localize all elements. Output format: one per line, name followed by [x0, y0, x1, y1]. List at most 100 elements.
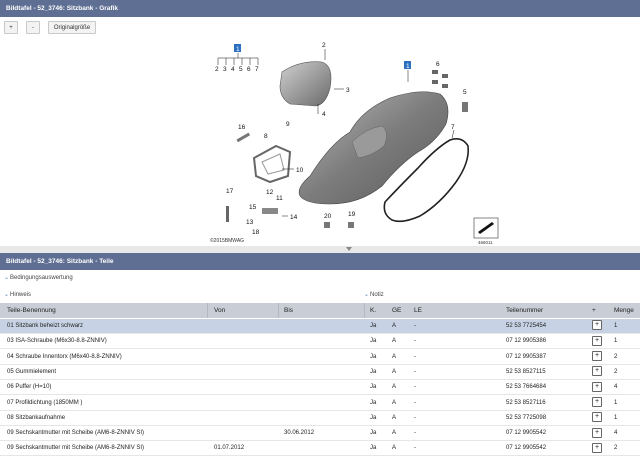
callout-17: 17: [226, 188, 234, 195]
copyright-text: ©2015BMWAG: [210, 237, 244, 244]
panel-splitter[interactable]: [0, 246, 640, 253]
cell-von: [214, 396, 278, 411]
cell-k: Ja: [370, 338, 377, 345]
cell-name: 01 Sitzbank beheizt schwarz: [7, 323, 84, 329]
callout-1: 1: [236, 46, 240, 53]
cell-le: -: [414, 430, 416, 437]
add-to-cart-button[interactable]: +: [592, 441, 606, 456]
plus-icon: +: [592, 366, 602, 377]
table-row[interactable]: 09 Sechskantmutter mit Scheibe (AM6-8-ZN…: [0, 426, 640, 442]
cell-number: 07 12 9905386: [506, 338, 547, 345]
cell-le: -: [414, 338, 416, 345]
plus-icon: +: [592, 396, 602, 407]
cell-le: -: [414, 368, 416, 375]
cell-name: 09 Sechskantmutter mit Scheibe (AM6-8-ZN…: [7, 445, 145, 452]
col-von-header[interactable]: Von: [214, 303, 279, 318]
callout-5: 5: [463, 89, 467, 96]
plus-icon: +: [592, 442, 602, 453]
table-row[interactable]: 07 Profildichtung (1850MM ) Ja A - 52 53 852…: [0, 396, 640, 411]
callout-8: 8: [264, 133, 268, 140]
cell-ge: A: [392, 430, 397, 437]
add-to-cart-button[interactable]: +: [592, 319, 606, 334]
cell-bis: [284, 365, 364, 380]
cell-k: Ja: [370, 430, 377, 437]
cell-name: 03 ISA-Schraube (M6x30-8.8-ZNNIV): [7, 338, 107, 345]
cell-k: Ja: [370, 445, 377, 452]
cell-von: [214, 350, 278, 365]
original-size-button[interactable]: Originalgröße: [48, 21, 96, 34]
table-header: Teile-Benennung Von Bis K. GE LE Teilenu…: [0, 303, 640, 318]
filter-bedingungsauswertung[interactable]: ⌄Bedingungsauswertung: [4, 272, 73, 284]
callout-13: 13: [246, 219, 254, 226]
add-to-cart-button[interactable]: +: [592, 380, 606, 395]
cell-ge: A: [392, 384, 397, 391]
zoom-out-button[interactable]: -: [26, 21, 40, 34]
col-number-header[interactable]: Teilenummer: [506, 303, 586, 318]
add-to-cart-button[interactable]: +: [592, 350, 606, 365]
callout-6: 6: [436, 61, 440, 68]
table-row[interactable]: 05 Gummielement Ja A - 52 53 8527115 +2: [0, 365, 640, 380]
cell-name: 09 Sechskantmutter mit Scheibe (AM6-8-ZN…: [7, 430, 145, 437]
col-bis-header[interactable]: Bis: [284, 303, 365, 318]
seat-exploded-view: 1 2 3 4 1 6 5 7 16 8 9 10 11 12 13 14 15…: [210, 42, 499, 245]
cell-k: Ja: [370, 353, 377, 360]
cell-bis: [284, 396, 364, 411]
cell-menge: 1: [614, 399, 618, 406]
add-to-cart-button[interactable]: +: [592, 334, 606, 349]
parts-panel-title: Bildtafel - 52_3746: Sitzbank - Teile: [0, 253, 640, 270]
col-le-header[interactable]: LE: [414, 303, 494, 318]
plus-icon: +: [592, 381, 602, 392]
col-k-header[interactable]: K.: [370, 303, 388, 318]
cell-menge: 1: [614, 414, 618, 421]
cell-von: [214, 334, 278, 349]
add-to-cart-button[interactable]: +: [592, 426, 606, 441]
cell-bis: [284, 411, 364, 426]
group-number-4: 4: [231, 66, 235, 73]
cell-k: Ja: [370, 384, 377, 391]
cell-k: Ja: [370, 368, 377, 375]
graphic-toolbar: + - Originalgröße: [0, 17, 640, 37]
group-number-3: 3: [223, 66, 227, 73]
cell-name: 08 Sitzbankaufnahme: [7, 414, 66, 421]
cell-menge: 1: [614, 323, 618, 329]
reference-number: 466011: [478, 240, 493, 245]
cell-von: [214, 365, 278, 380]
callout-15: 15: [249, 204, 257, 211]
graphic-panel-title: Bildtafel - 52_3746: Sitzbank - Grafik: [0, 0, 640, 17]
add-to-cart-button[interactable]: +: [592, 365, 606, 380]
add-to-cart-button[interactable]: +: [592, 411, 606, 426]
cell-ge: A: [392, 368, 397, 375]
filter-notiz[interactable]: ⌄Notiz: [364, 289, 384, 301]
callout-1b: 1: [406, 63, 410, 70]
cell-bis: 30.06.2012: [284, 430, 315, 437]
cell-number: 07 12 9905387: [506, 353, 547, 360]
add-to-cart-button[interactable]: +: [592, 396, 606, 411]
seat-bracket-part: [252, 144, 292, 184]
cell-ge: A: [392, 445, 397, 452]
callout-7: 7: [451, 124, 455, 131]
cell-von: 01.07.2012: [214, 445, 245, 452]
table-row[interactable]: 04 Schraube Innentorx (M6x40-8.8-ZNNIV) J…: [0, 350, 640, 365]
table-row[interactable]: 03 ISA-Schraube (M6x30-8.8-ZNNIV) Ja A - 07 …: [0, 334, 640, 350]
filter-hinweis[interactable]: ⌄Hinweis: [4, 289, 31, 301]
cell-le: -: [414, 353, 416, 360]
cell-le: -: [414, 323, 416, 329]
col-menge-header[interactable]: Menge: [614, 303, 638, 318]
cell-menge: 2: [614, 368, 618, 375]
col-ge-header[interactable]: GE: [392, 303, 410, 318]
cell-number: 52 53 7664684: [506, 384, 547, 391]
table-row[interactable]: 08 Sitzbankaufnahme Ja A - 52 53 7725098 +1: [0, 411, 640, 426]
table-row[interactable]: 06 Puffer (H=10) Ja A - 52 53 7664684 +4: [0, 380, 640, 396]
callout-16: 16: [238, 124, 246, 131]
zoom-in-button[interactable]: +: [4, 21, 18, 34]
parts-diagram[interactable]: 1 2 3 4 1 6 5 7 16 8 9 10 11 12 13 14 15…: [0, 36, 640, 246]
cell-number: 52 53 7725454: [506, 323, 547, 329]
cell-bis: [284, 350, 364, 365]
cell-von: [214, 319, 278, 334]
table-row[interactable]: 09 Sechskantmutter mit Scheibe (AM6-8-ZN…: [0, 441, 640, 457]
cell-ge: A: [392, 323, 397, 329]
col-name-header[interactable]: Teile-Benennung: [7, 303, 208, 318]
cell-bis: [284, 334, 364, 349]
table-row[interactable]: 01 Sitzbank beheizt schwarz Ja A - 52 53 772…: [0, 319, 640, 334]
collapse-arrow-icon[interactable]: [346, 247, 352, 251]
